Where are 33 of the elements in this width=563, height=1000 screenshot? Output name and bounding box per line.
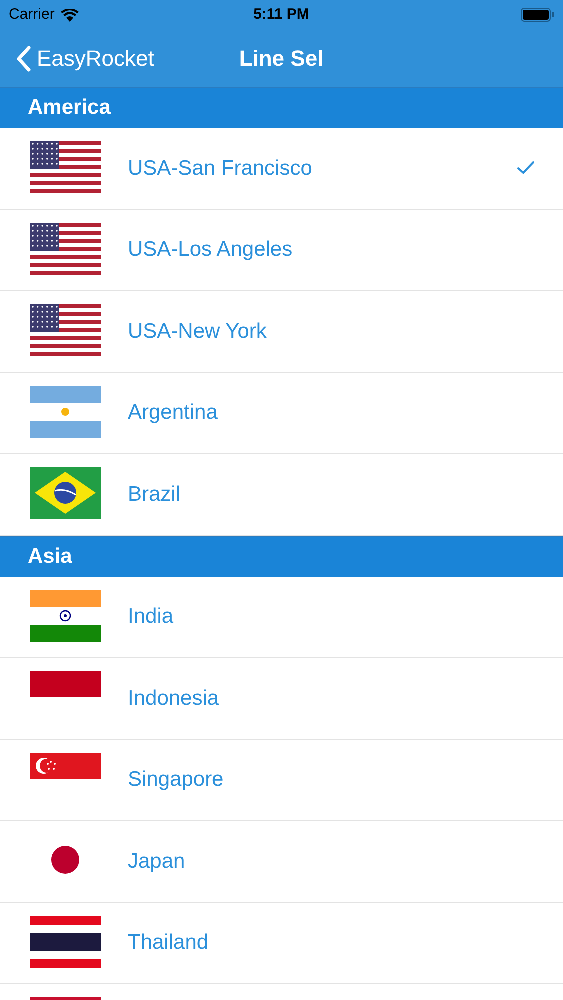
section-header: Asia: [0, 536, 563, 576]
country-name: Singapore: [128, 767, 224, 793]
country-row[interactable]: India: [0, 576, 563, 658]
country-name: Brazil: [128, 482, 181, 508]
country-name: USA-New York: [128, 318, 267, 344]
screen-title: Line Sel: [239, 45, 324, 73]
carrier-label: Carrier: [9, 4, 55, 25]
flag-icon: [30, 386, 101, 438]
section-header: America: [0, 87, 563, 128]
country-name: Japan: [128, 848, 186, 874]
back-chevron-icon: [17, 46, 31, 72]
battery-icon: [521, 8, 554, 22]
flag-icon: [30, 141, 101, 193]
wifi-icon: [60, 8, 79, 22]
country-name: Indonesia: [128, 686, 220, 712]
country-row[interactable]: Thailand: [0, 902, 563, 984]
flag-icon: [30, 222, 101, 274]
flag-icon: [30, 752, 101, 778]
country-name: USA-San Francisco: [128, 156, 312, 182]
country-name: India: [128, 604, 174, 630]
country-name: Argentina: [128, 400, 218, 426]
country-row[interactable]: USA-Los Angeles: [0, 210, 563, 291]
country-name: Thailand: [128, 930, 209, 956]
country-name: USA-Los Angeles: [128, 237, 293, 263]
flag-icon: [30, 916, 101, 968]
flag-icon: [30, 467, 101, 519]
back-button[interactable]: EasyRocket: [0, 42, 154, 75]
flag-icon: [30, 304, 101, 356]
flag-icon: [30, 590, 101, 642]
status-time: 5:11 PM: [254, 4, 310, 25]
country-row[interactable]: Argentina: [0, 372, 563, 454]
country-row[interactable]: Singapore: [0, 740, 563, 821]
flag-icon: [30, 671, 101, 697]
